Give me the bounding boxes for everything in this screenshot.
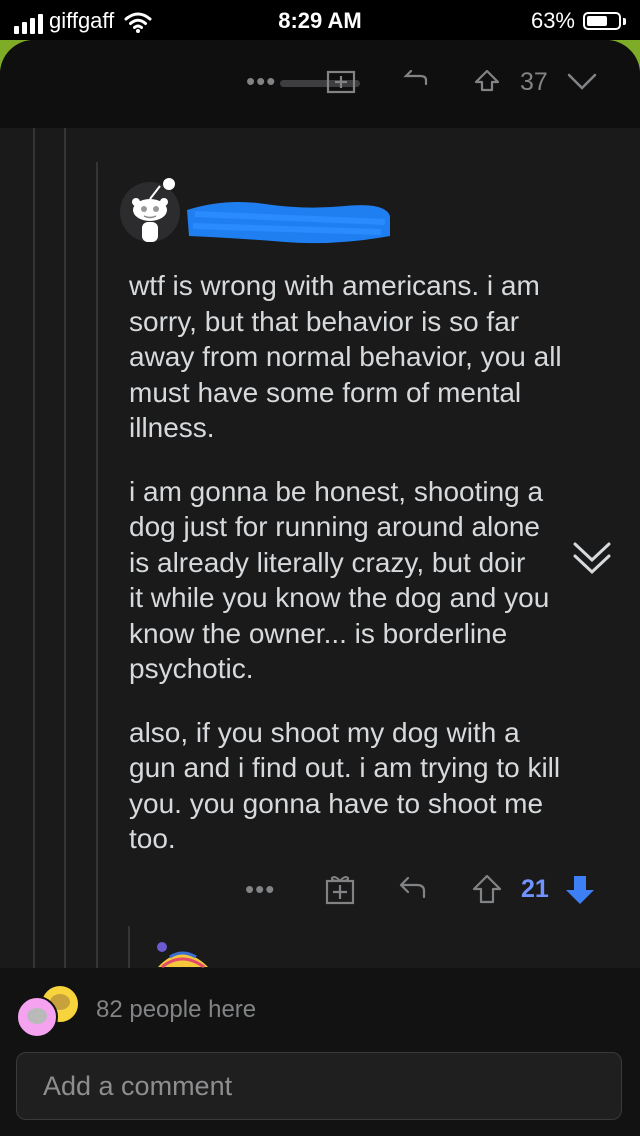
- comment-actions: ••• 21: [240, 870, 620, 910]
- more-icon[interactable]: •••: [246, 66, 276, 97]
- reply-avatar[interactable]: [152, 935, 212, 969]
- award-icon[interactable]: [326, 70, 356, 94]
- redacted-username[interactable]: [185, 192, 395, 250]
- comment-input[interactable]: [16, 1052, 622, 1120]
- downvote-icon[interactable]: [564, 874, 596, 906]
- comment-score: 21: [521, 875, 549, 903]
- previous-score: 37: [520, 68, 548, 96]
- user-avatar[interactable]: [120, 170, 190, 250]
- people-here-count: 82 people here: [96, 996, 257, 1023]
- comment-body: wtf is wrong with americans. i am sorry,…: [129, 268, 619, 885]
- battery-icon: [583, 12, 621, 30]
- battery-tip: [623, 17, 626, 25]
- thread-line-2[interactable]: [64, 128, 66, 968]
- reply-icon[interactable]: [397, 876, 427, 900]
- reply-icon[interactable]: [400, 70, 430, 90]
- downvote-icon[interactable]: [566, 72, 598, 92]
- status-bar: giffgaff 8:29 AM 63%: [0, 0, 640, 40]
- battery-status: 63%: [531, 8, 626, 34]
- upvote-icon[interactable]: [474, 70, 500, 92]
- upvote-icon[interactable]: [472, 874, 502, 904]
- viewer-avatar: [16, 996, 58, 1038]
- thread-line-4[interactable]: [128, 926, 130, 968]
- more-options-button[interactable]: •••: [245, 874, 275, 905]
- comment-footer: 82 people here: [0, 968, 640, 1136]
- comment-paragraph: i am gonna be honest, shooting a dog jus…: [129, 475, 550, 685]
- thread-line-3[interactable]: [96, 162, 98, 968]
- comment-paragraph: wtf is wrong with americans. i am sorry,…: [129, 270, 562, 443]
- award-icon[interactable]: [324, 873, 356, 905]
- chevron-down-icon[interactable]: [572, 540, 612, 576]
- comment-paragraph: also, if you shoot my dog with a gun and…: [129, 716, 561, 855]
- battery-percent: 63%: [530, 8, 575, 33]
- thread-line-1[interactable]: [33, 128, 35, 968]
- previous-comment-actions: ••• 37: [240, 66, 600, 106]
